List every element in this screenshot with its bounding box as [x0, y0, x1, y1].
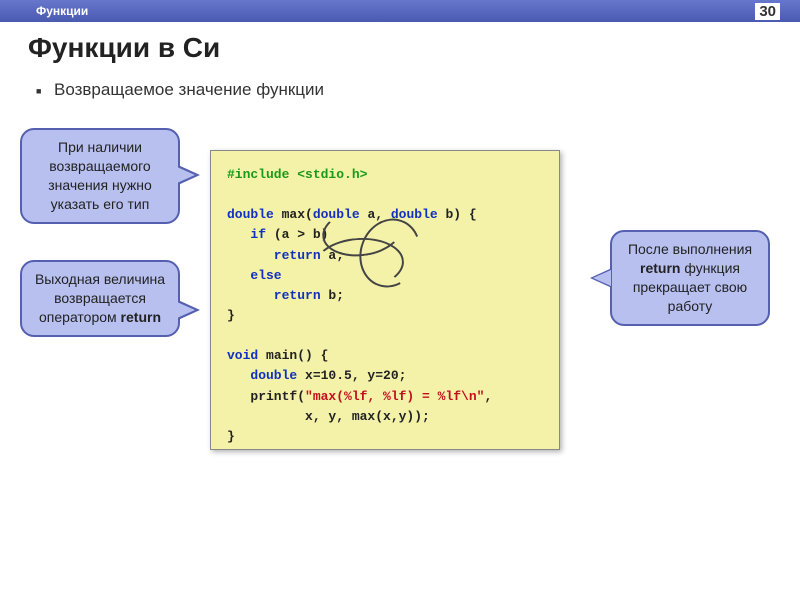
- tok: max(: [274, 207, 313, 222]
- tok-kw: return: [227, 288, 321, 303]
- page-number: 30: [755, 3, 780, 20]
- tok: main() {: [258, 348, 328, 363]
- tok: x, y, max(x,y));: [227, 409, 430, 424]
- tok-type: void: [227, 348, 258, 363]
- callout-bold: return: [121, 309, 161, 325]
- tok-kw: else: [227, 268, 282, 283]
- tok: x=10.5, y=20;: [297, 368, 406, 383]
- tok-str: "max(%lf, %lf) = %lf\n": [305, 389, 484, 404]
- callout-tail: [177, 302, 195, 318]
- tok-type: double: [227, 207, 274, 222]
- callout-return-operator: Выходная величина возвращается операторо…: [20, 260, 180, 337]
- code-line: #include <stdio.h>: [227, 167, 367, 182]
- tok: }: [227, 429, 235, 444]
- tok-kw: if: [227, 227, 266, 242]
- callout-tail: [593, 270, 611, 286]
- callout-text: При наличии возвращаемого значения нужно…: [48, 139, 152, 212]
- bullet-item: Возвращаемое значение функции: [54, 80, 324, 100]
- tok: b) {: [438, 207, 477, 222]
- tok: }: [227, 308, 235, 323]
- callout-tail: [177, 167, 195, 183]
- callout-after-return: После выполнения return функция прекраща…: [610, 230, 770, 326]
- page-title: Функции в Си: [28, 32, 220, 64]
- tok-type: double: [227, 368, 297, 383]
- callout-return-type: При наличии возвращаемого значения нужно…: [20, 128, 180, 224]
- tok: ,: [484, 389, 492, 404]
- tok: printf(: [227, 389, 305, 404]
- callout-bold: return: [640, 260, 680, 276]
- callout-text: После выполнения: [628, 241, 752, 257]
- tok-kw: return: [227, 248, 321, 263]
- breadcrumb: Функции: [36, 4, 88, 18]
- tok: b;: [321, 288, 344, 303]
- breadcrumb-bar: Функции: [0, 0, 800, 22]
- tok: (a > b): [266, 227, 328, 242]
- code-block: #include <stdio.h> double max(double a, …: [210, 150, 560, 450]
